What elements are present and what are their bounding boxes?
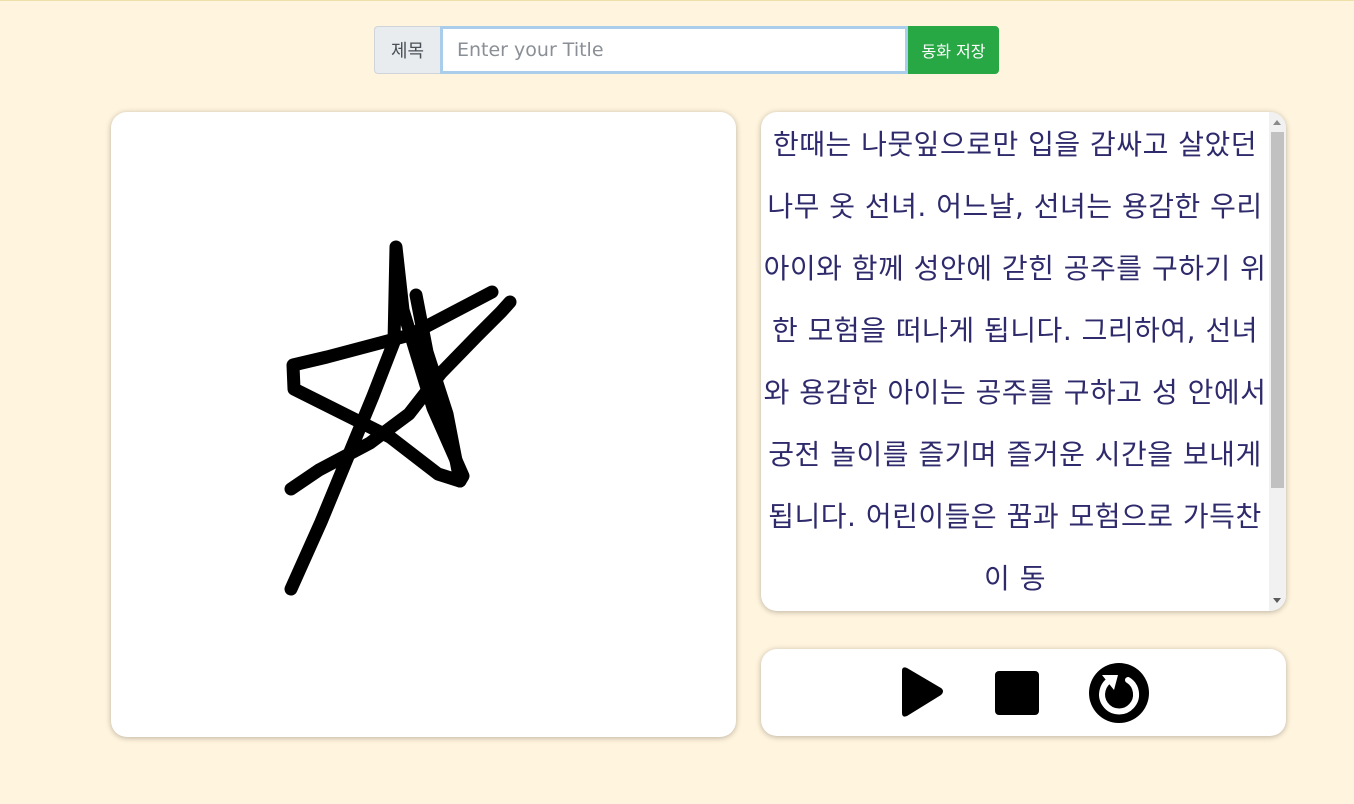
title-input[interactable] [440,26,908,74]
scroll-thumb[interactable] [1271,132,1284,488]
scroll-down-arrow-icon[interactable] [1273,598,1281,603]
replay-icon [1089,663,1149,723]
playback-controls [761,649,1286,736]
story-text: 한때는 나뭇잎으로만 입을 감싸고 살았던 나무 옷 선녀. 어느날, 선녀는 … [763,128,1267,595]
play-icon [902,667,943,717]
stop-icon [995,671,1039,715]
replay-button[interactable] [1088,663,1150,723]
drawing-canvas[interactable] [111,112,736,737]
save-story-button[interactable]: 동화 저장 [908,26,999,74]
story-scrollbar[interactable] [1269,112,1286,611]
stop-button[interactable] [986,663,1048,723]
story-panel[interactable]: 한때는 나뭇잎으로만 입을 감싸고 살았던 나무 옷 선녀. 어느날, 선녀는 … [761,112,1286,611]
scroll-up-arrow-icon[interactable] [1273,120,1281,125]
star-stroke-1 [284,240,499,596]
title-input-group: 제목 동화 저장 [374,26,999,74]
star-drawing [284,240,517,596]
play-button[interactable] [891,663,953,723]
title-label: 제목 [374,26,440,74]
